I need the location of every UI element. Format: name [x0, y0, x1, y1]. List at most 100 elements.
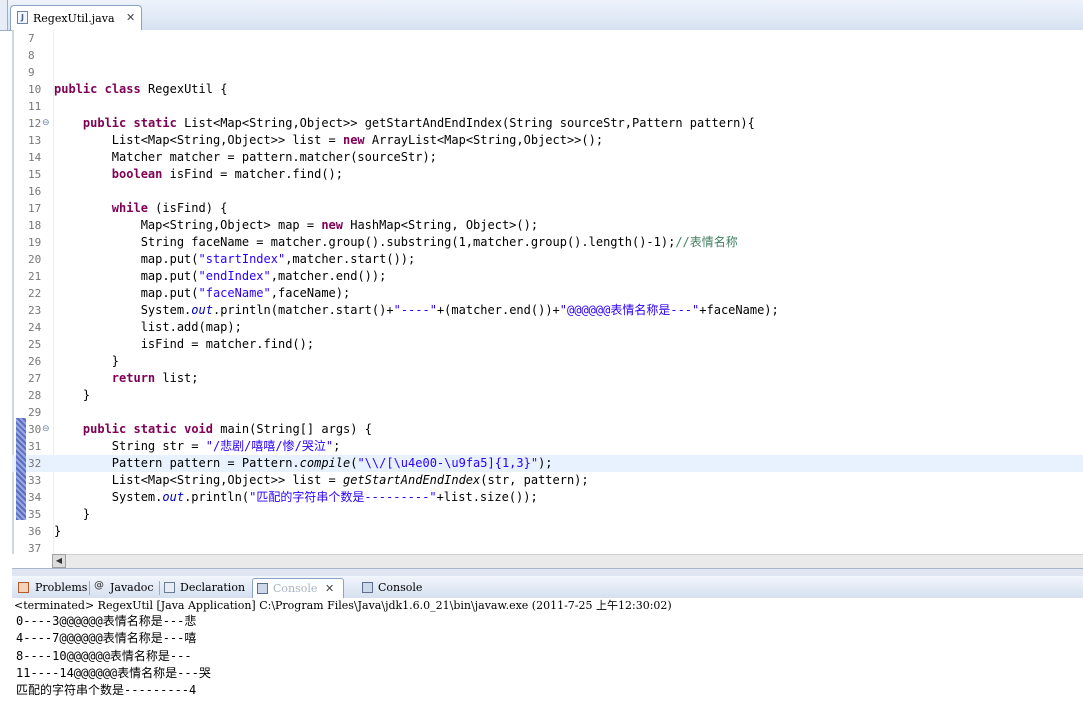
code-token: List<Map<String,Object>> getStartAndEndI…: [176, 116, 755, 130]
code-line[interactable]: 7: [12, 30, 1083, 47]
code-token: (str, pattern);: [480, 473, 589, 487]
line-number: 15: [28, 168, 42, 181]
code-line[interactable]: 17 while (isFind) {: [12, 200, 1083, 217]
line-number: 17: [28, 202, 42, 215]
code-editor[interactable]: 7 8 9 10 public class RegexUtil {11 12 ⊖ publi…: [12, 30, 1083, 554]
code-token: "@@@@@@表情名称是---": [559, 303, 700, 317]
code-line[interactable]: 14 Matcher matcher = pattern.matcher(sou…: [12, 149, 1083, 166]
code-line[interactable]: 20 map.put("startIndex",matcher.start())…: [12, 251, 1083, 268]
code-line[interactable]: 28 }: [12, 387, 1083, 404]
code-line[interactable]: 24 list.add(map);: [12, 319, 1083, 336]
code-text: }: [54, 506, 90, 523]
code-line[interactable]: 12 ⊖ public static List<Map<String,Object…: [12, 115, 1083, 132]
fold-toggle-icon[interactable]: ⊖: [42, 118, 50, 128]
line-number: 9: [28, 66, 35, 79]
code-line[interactable]: 18 Map<String,Object> map = new HashMap<…: [12, 217, 1083, 234]
code-token: "startIndex": [198, 252, 286, 266]
tab-console-active[interactable]: Console ✕: [252, 578, 344, 598]
code-token: isFind = matcher.find();: [162, 167, 343, 181]
code-text: map.put("faceName",faceName);: [54, 285, 351, 302]
code-line[interactable]: 35 }: [12, 506, 1083, 523]
code-line[interactable]: 30 ⊖ public static void main(String[] arg…: [12, 421, 1083, 438]
code-token: .println(matcher.start()+: [212, 303, 394, 317]
code-line[interactable]: 10 public class RegexUtil {: [12, 81, 1083, 98]
code-text: public static void main(String[] args) {: [54, 421, 372, 438]
code-text: List<Map<String,Object>> list = getStart…: [54, 472, 589, 489]
code-token: "\\/[\u4e00-\u9fa5]{1,3}": [357, 456, 539, 470]
line-number: 10: [28, 83, 42, 96]
left-panel-edge: [0, 0, 8, 30]
code-token: static: [133, 422, 177, 436]
close-tab-icon[interactable]: ✕: [126, 11, 135, 24]
tab-console[interactable]: Console: [358, 578, 428, 598]
code-line[interactable]: 29: [12, 404, 1083, 421]
code-token: ArrayList<Map<String,Object>>();: [364, 133, 604, 147]
console-output-line: 11----14@@@@@@表情名称是---哭: [16, 666, 211, 680]
console-view[interactable]: <terminated> RegexUtil [Java Application…: [12, 598, 1083, 719]
code-text: Matcher matcher = pattern.matcher(source…: [54, 149, 437, 166]
code-line[interactable]: 31 String str = "/悲剧/嘻嘻/惨/哭泣";: [12, 438, 1083, 455]
code-token: map.put(: [54, 269, 199, 283]
line-number: 21: [28, 270, 42, 283]
tab-javadoc[interactable]: @ Javadoc: [90, 578, 158, 598]
code-token: }: [54, 507, 91, 521]
code-token: public: [54, 82, 98, 96]
line-number: 28: [28, 389, 42, 402]
console-icon: [362, 582, 373, 593]
code-token: ,matcher.start());: [285, 252, 416, 266]
tab-problems[interactable]: Problems: [14, 578, 88, 598]
code-text: String faceName = matcher.group().substr…: [54, 234, 738, 251]
editor-tab-bar: [0, 0, 1083, 31]
close-console-icon[interactable]: ✕: [325, 582, 334, 595]
code-line[interactable]: 32 Pattern pattern = Pattern.compile("\\…: [12, 455, 1083, 472]
code-token: boolean: [111, 167, 163, 181]
console-status-line: <terminated> RegexUtil [Java Application…: [14, 599, 672, 612]
code-token: map.put(: [54, 252, 199, 266]
code-text: public static List<Map<String,Object>> g…: [54, 115, 755, 132]
tab-declaration-label: Declaration: [180, 581, 246, 594]
changed-lines-marker: [16, 418, 26, 520]
line-number: 32: [28, 457, 42, 470]
code-line[interactable]: 9: [12, 64, 1083, 81]
code-line[interactable]: 16: [12, 183, 1083, 200]
line-number: 34: [28, 491, 42, 504]
code-line[interactable]: 34 System.out.println("匹配的字符串个数是--------…: [12, 489, 1083, 506]
code-token: out: [162, 490, 185, 504]
tab-regexutil-java[interactable]: J RegexUtil.java ✕: [10, 5, 142, 30]
code-line[interactable]: 19 String faceName = matcher.group().sub…: [12, 234, 1083, 251]
code-token: .println(: [184, 490, 250, 504]
code-line[interactable]: 37: [12, 540, 1083, 554]
line-number: 20: [28, 253, 42, 266]
scroll-left-arrow-icon[interactable]: ◀: [52, 554, 66, 568]
fold-toggle-icon[interactable]: ⊖: [42, 424, 50, 434]
code-line[interactable]: 11: [12, 98, 1083, 115]
code-line[interactable]: 27 return list;: [12, 370, 1083, 387]
console-output-line: 4----7@@@@@@表情名称是---嘻: [16, 631, 197, 645]
code-line[interactable]: 36}: [12, 523, 1083, 540]
code-line[interactable]: 25 isFind = matcher.find();: [12, 336, 1083, 353]
line-number: 29: [28, 406, 42, 419]
code-token: list;: [155, 371, 199, 385]
horizontal-scrollbar[interactable]: [52, 554, 1083, 569]
code-text: map.put("endIndex",matcher.end());: [54, 268, 387, 285]
code-line[interactable]: 21 map.put("endIndex",matcher.end());: [12, 268, 1083, 285]
code-token: list.add(map);: [54, 320, 242, 334]
code-token: List<Map<String,Object>> list =: [54, 133, 343, 147]
code-line[interactable]: 13 List<Map<String,Object>> list = new A…: [12, 132, 1083, 149]
tab-declaration[interactable]: Declaration: [160, 578, 250, 598]
code-line[interactable]: 8: [12, 47, 1083, 64]
line-number: 13: [28, 134, 42, 147]
code-line[interactable]: 33 List<Map<String,Object>> list = getSt…: [12, 472, 1083, 489]
line-number: 27: [28, 372, 42, 385]
line-number: 35: [28, 508, 42, 521]
code-line[interactable]: 26 }: [12, 353, 1083, 370]
code-line[interactable]: 23 System.out.println(matcher.start()+"-…: [12, 302, 1083, 319]
code-text: }: [54, 523, 61, 540]
line-number: 16: [28, 185, 42, 198]
code-line[interactable]: 22 map.put("faceName",faceName);: [12, 285, 1083, 302]
code-line[interactable]: 15 boolean isFind = matcher.find();: [12, 166, 1083, 183]
